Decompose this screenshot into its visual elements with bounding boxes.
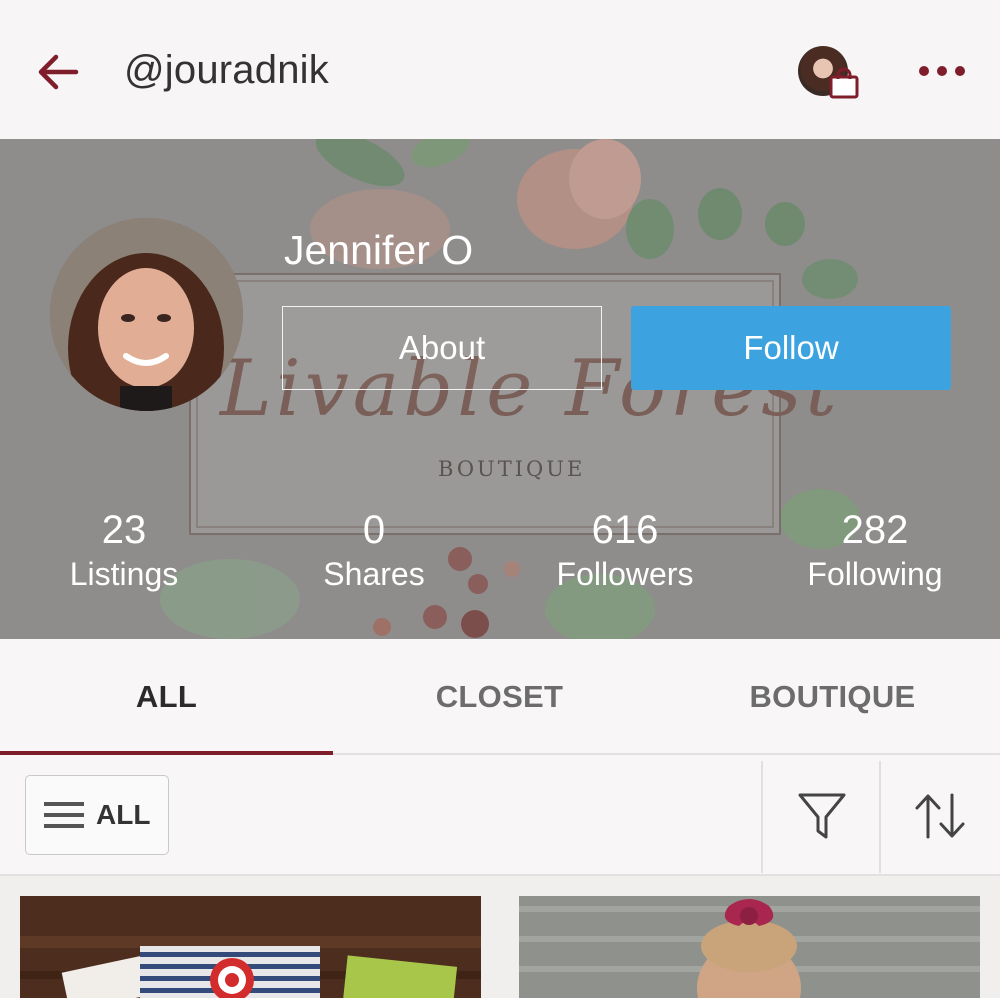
- divider: [879, 761, 881, 873]
- stat-value: 23: [101, 508, 147, 552]
- funnel-icon: [798, 793, 846, 839]
- about-button[interactable]: About: [282, 306, 602, 390]
- back-button[interactable]: [30, 46, 90, 98]
- listings-grid: [0, 876, 1000, 998]
- category-menu-button[interactable]: ALL: [25, 775, 169, 855]
- hamburger-icon: [44, 802, 84, 828]
- arrow-left-icon: [38, 54, 79, 90]
- stat-label: Listings: [69, 556, 179, 592]
- stat-label: Followers: [556, 556, 694, 592]
- stat-value: 282: [841, 508, 909, 552]
- stat-label: Shares: [323, 556, 425, 592]
- more-dots-icon[interactable]: [914, 58, 970, 84]
- closet-tabs: ALL CLOSET BOUTIQUE: [0, 639, 1000, 755]
- username-handle: @jouradnik: [124, 48, 329, 92]
- tab-closet[interactable]: CLOSET: [333, 639, 666, 755]
- profile-name: Jennifer O: [284, 227, 474, 273]
- avatar-portrait: [50, 218, 243, 411]
- follow-button[interactable]: Follow: [631, 306, 951, 390]
- filter-button[interactable]: [770, 781, 874, 851]
- stat-following[interactable]: 282 Following: [755, 506, 995, 594]
- shopping-bag-icon: [829, 67, 859, 99]
- sort-button[interactable]: [888, 781, 992, 851]
- filter-bar: ALL: [0, 755, 1000, 876]
- listing-photo: [519, 896, 980, 998]
- profile-avatar[interactable]: [50, 218, 243, 411]
- stat-value: 616: [591, 508, 659, 552]
- stat-label: Following: [807, 556, 943, 592]
- divider: [761, 761, 763, 873]
- listing-photo: [20, 896, 481, 998]
- top-bar: @jouradnik: [0, 0, 1000, 139]
- category-menu-label: ALL: [96, 799, 151, 830]
- boutique-logo-subtext: BOUTIQUE: [438, 457, 586, 481]
- tab-all[interactable]: ALL: [0, 639, 333, 755]
- listing-card[interactable]: [20, 896, 481, 998]
- stat-shares[interactable]: 0 Shares: [254, 506, 494, 594]
- tab-boutique[interactable]: BOUTIQUE: [666, 639, 999, 755]
- sort-arrows-icon: [915, 793, 965, 839]
- listing-card[interactable]: [519, 896, 980, 998]
- stat-listings[interactable]: 23 Listings: [4, 506, 244, 594]
- stat-value: 0: [362, 508, 386, 552]
- stat-followers[interactable]: 616 Followers: [505, 506, 745, 594]
